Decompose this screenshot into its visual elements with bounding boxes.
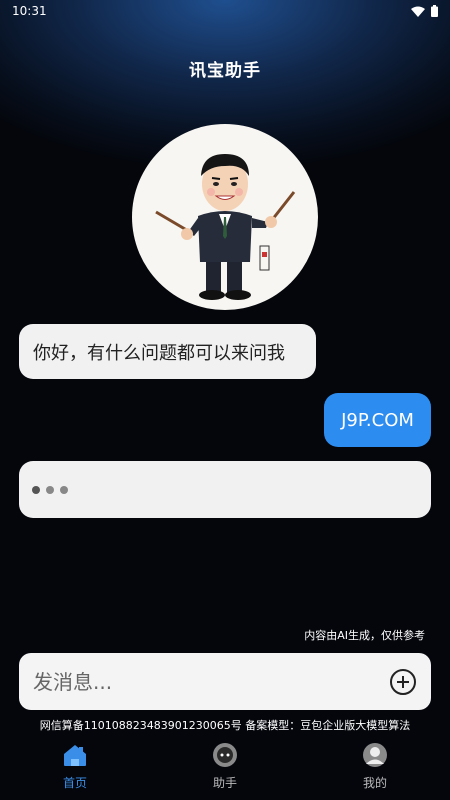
status-icons <box>411 5 438 17</box>
bottom-tab-bar: 首页 助手 我的 <box>0 738 450 800</box>
bot-message-text: 你好，有什么问题都可以来问我 <box>33 342 285 364</box>
status-bar: 10:31 <box>0 0 450 22</box>
tab-home[interactable]: 首页 <box>15 738 135 791</box>
message-composer <box>19 653 431 710</box>
tab-profile[interactable]: 我的 <box>315 738 435 791</box>
typing-dot <box>32 485 40 494</box>
message-input[interactable] <box>33 669 389 694</box>
user-message-bubble: J9P.COM <box>324 393 431 447</box>
tab-label-home: 首页 <box>62 776 87 790</box>
assistant-icon <box>212 742 238 768</box>
status-time: 10:31 <box>12 4 47 18</box>
profile-icon <box>362 742 388 768</box>
typing-indicator <box>19 461 431 518</box>
tab-label-assistant: 助手 <box>212 776 237 790</box>
battery-icon <box>431 5 438 17</box>
user-message-text: J9P.COM <box>341 409 414 431</box>
tab-label-profile: 我的 <box>362 776 387 790</box>
tab-assistant[interactable]: 助手 <box>165 738 285 791</box>
assistant-avatar-icon <box>132 124 318 310</box>
bot-message-bubble: 你好，有什么问题都可以来问我 <box>19 324 316 379</box>
typing-dot <box>60 485 68 494</box>
ai-disclaimer: 内容由AI生成，仅供参考 <box>304 629 425 642</box>
plus-circle-icon[interactable] <box>389 668 417 696</box>
filing-notice: 网信算备110108823483901230065号 备案模型：豆包企业版大模型… <box>39 719 411 732</box>
wifi-icon <box>411 6 425 17</box>
home-icon <box>62 742 88 768</box>
typing-dot <box>46 485 54 494</box>
page-title: 讯宝助手 <box>189 61 261 81</box>
